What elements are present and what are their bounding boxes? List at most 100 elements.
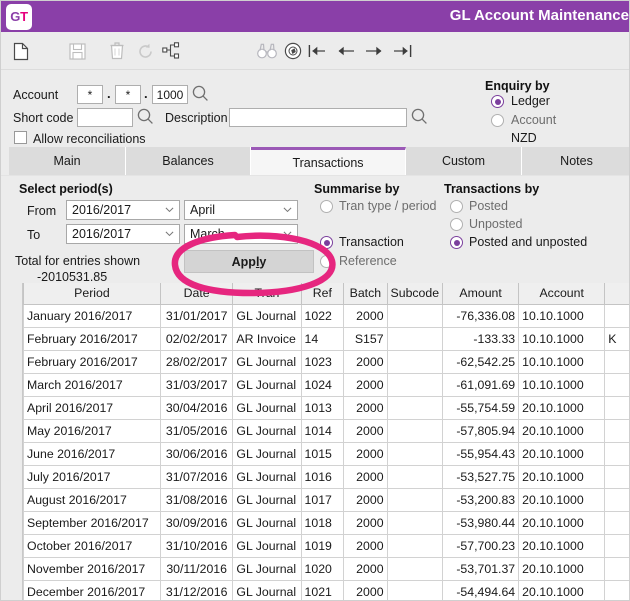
- table-row[interactable]: September 2016/201730/09/2016GL Journal1…: [24, 511, 630, 534]
- table-row[interactable]: December 2016/201731/12/2016GL Journal10…: [24, 580, 630, 601]
- cell-subcode: [387, 442, 443, 465]
- table-row[interactable]: June 2016/201730/06/2016GL Journal101520…: [24, 442, 630, 465]
- total-entries-label: Total for entries shown: [15, 254, 140, 268]
- transactions-by-radio-unposted[interactable]: [450, 218, 463, 231]
- account-segment-1-input[interactable]: [77, 85, 103, 104]
- table-row[interactable]: May 2016/201731/05/2016GL Journal1014200…: [24, 419, 630, 442]
- next-record-icon[interactable]: [363, 40, 385, 62]
- delete-icon[interactable]: [106, 40, 128, 62]
- cell-subcode: [387, 419, 443, 442]
- period-from-label: From: [27, 204, 56, 218]
- previous-record-icon[interactable]: [334, 40, 356, 62]
- cell-tran: GL Journal: [233, 419, 301, 442]
- cell-period: March 2016/2017: [24, 373, 161, 396]
- hierarchy-icon[interactable]: [160, 40, 182, 62]
- toolbar: [1, 32, 630, 70]
- enquiry-by-radio-ledger[interactable]: [491, 95, 504, 108]
- table-row[interactable]: July 2016/201731/07/2016GL Journal101620…: [24, 465, 630, 488]
- short-code-lookup-icon[interactable]: [137, 108, 153, 124]
- transactions-by-label-posted: Posted: [469, 199, 508, 213]
- summarise-by-radio-transaction[interactable]: [320, 236, 333, 249]
- description-input[interactable]: [229, 108, 407, 127]
- cell-tran: GL Journal: [233, 580, 301, 601]
- cell-date: 31/03/2017: [160, 373, 233, 396]
- summarise-by-label-tran-type-period: Tran type / period: [339, 199, 437, 213]
- tab-transactions-label: Transactions: [292, 156, 363, 170]
- apply-button[interactable]: Apply: [184, 250, 314, 273]
- cell-batch: 2000: [344, 373, 387, 396]
- table-row[interactable]: November 2016/201730/11/2016GL Journal10…: [24, 557, 630, 580]
- transactions-by-radio-posted-and-unposted[interactable]: [450, 236, 463, 249]
- period-from-year-select[interactable]: 2016/2017: [66, 200, 180, 220]
- table-row[interactable]: April 2016/201730/04/2016GL Journal10132…: [24, 396, 630, 419]
- period-to-year-select[interactable]: 2016/2017: [66, 224, 180, 244]
- period-to-label: To: [27, 228, 40, 242]
- column-header-subcode[interactable]: Subcode: [387, 283, 443, 304]
- chevron-down-icon: [283, 207, 292, 213]
- new-document-icon[interactable]: [10, 40, 32, 62]
- period-from-month-select[interactable]: April: [184, 200, 298, 220]
- cell-amount: -53,701.37: [443, 557, 519, 580]
- cell-: [605, 580, 630, 601]
- account-lookup-icon[interactable]: [192, 85, 208, 101]
- summarise-by-radio-tran-type-period[interactable]: [320, 200, 333, 213]
- cell-subcode: [387, 327, 443, 350]
- table-row[interactable]: February 2016/201702/02/2017AR Invoice14…: [24, 327, 630, 350]
- cell-period: November 2016/2017: [24, 557, 161, 580]
- column-header-period[interactable]: Period: [24, 283, 161, 304]
- cell-subcode: [387, 580, 443, 601]
- enquiry-by-radio-account[interactable]: [491, 114, 504, 127]
- account-segment-2-input[interactable]: [115, 85, 141, 104]
- account-segment-3-input[interactable]: [152, 85, 188, 104]
- summarise-by-radio-reference[interactable]: [320, 255, 333, 268]
- table-row[interactable]: October 2016/201731/10/2016GL Journal101…: [24, 534, 630, 557]
- binoculars-search-icon[interactable]: [256, 40, 278, 62]
- summarise-by-header: Summarise by: [314, 182, 399, 196]
- period-from-month-value: April: [190, 201, 215, 219]
- first-record-icon[interactable]: [306, 40, 328, 62]
- cell-account: 10.10.1000: [519, 373, 605, 396]
- enquiry-by-header: Enquiry by: [485, 79, 550, 93]
- cell-account: 20.10.1000: [519, 557, 605, 580]
- column-header-overflow[interactable]: [605, 283, 630, 304]
- table-row[interactable]: August 2016/201731/08/2016GL Journal1017…: [24, 488, 630, 511]
- cell-: [605, 534, 630, 557]
- last-record-icon[interactable]: [391, 40, 413, 62]
- column-header-account[interactable]: Account: [519, 283, 605, 304]
- column-header-tran[interactable]: Tran: [233, 283, 301, 304]
- short-code-input[interactable]: [77, 108, 133, 127]
- table-row[interactable]: February 2016/201728/02/2017GL Journal10…: [24, 350, 630, 373]
- cell-date: 31/12/2016: [160, 580, 233, 601]
- allow-reconciliations-checkbox[interactable]: [14, 131, 27, 144]
- tab-custom[interactable]: Custom: [406, 147, 522, 175]
- tab-notes[interactable]: Notes: [522, 147, 630, 175]
- account-form: Account . . Short code Description Allow…: [1, 70, 630, 147]
- save-icon[interactable]: [66, 40, 88, 62]
- description-lookup-icon[interactable]: [411, 108, 427, 124]
- tab-balances[interactable]: Balances: [126, 147, 251, 175]
- cell-subcode: [387, 488, 443, 511]
- tab-main[interactable]: Main: [9, 147, 126, 175]
- refresh-icon[interactable]: [134, 40, 156, 62]
- cell-: [605, 557, 630, 580]
- enquiry-by-label-ledger: Ledger: [511, 94, 550, 108]
- find-next-icon[interactable]: [282, 40, 304, 62]
- account-separator-2: .: [144, 86, 148, 101]
- column-header-amount[interactable]: Amount: [443, 283, 519, 304]
- cell-ref: 1018: [301, 511, 344, 534]
- column-header-batch[interactable]: Batch: [344, 283, 387, 304]
- table-row[interactable]: January 2016/201731/01/2017GL Journal102…: [24, 304, 630, 327]
- column-header-ref[interactable]: Ref: [301, 283, 344, 304]
- currency-code: NZD: [511, 131, 537, 145]
- tab-transactions[interactable]: Transactions: [251, 147, 406, 175]
- table-row[interactable]: March 2016/201731/03/2017GL Journal10242…: [24, 373, 630, 396]
- cell-: [605, 442, 630, 465]
- gl-account-maintenance-window: GT GL Account Maintenance: [0, 0, 630, 601]
- cell-amount: -53,200.83: [443, 488, 519, 511]
- transactions-by-radio-posted[interactable]: [450, 200, 463, 213]
- column-header-date[interactable]: Date: [160, 283, 233, 304]
- cell-: [605, 350, 630, 373]
- period-to-month-select[interactable]: March: [184, 224, 298, 244]
- account-label: Account: [13, 88, 58, 102]
- transactions-by-label-posted-and-unposted: Posted and unposted: [469, 235, 587, 249]
